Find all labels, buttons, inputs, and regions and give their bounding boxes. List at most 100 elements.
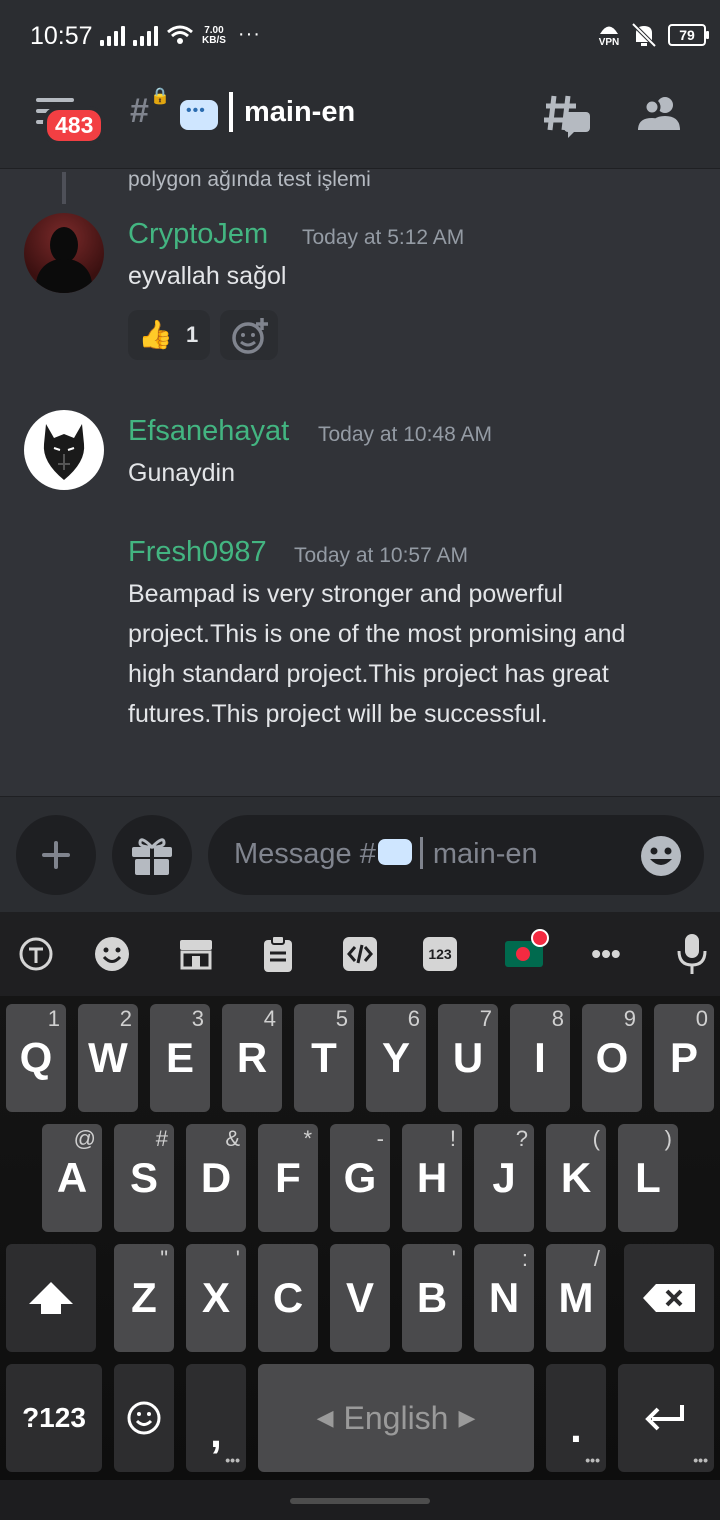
- key-m[interactable]: M /: [546, 1244, 606, 1352]
- symbols-key[interactable]: ?123: [6, 1364, 102, 1472]
- gift-icon: [132, 838, 172, 875]
- system-nav-bar: [0, 1480, 720, 1520]
- key-k[interactable]: K(: [546, 1124, 606, 1232]
- number-pad-button[interactable]: 123: [420, 934, 460, 974]
- message-placeholder: Message # main-en: [234, 837, 538, 870]
- clipboard-icon[interactable]: [258, 934, 298, 974]
- threads-icon[interactable]: [544, 94, 590, 138]
- gift-button[interactable]: [112, 815, 192, 895]
- author-name[interactable]: Efsanehayat: [128, 415, 289, 448]
- message-text-line: Beampad is very stronger and powerful: [128, 580, 563, 608]
- message-list[interactable]: polygon ağında test işlemi CryptoJem Tod…: [0, 168, 720, 796]
- text-edit-icon[interactable]: [340, 934, 380, 974]
- message-text: eyvallah sağol: [128, 262, 287, 290]
- key-w[interactable]: W2: [78, 1004, 138, 1112]
- message-text: Gunaydin: [128, 459, 236, 487]
- key-t[interactable]: T5: [294, 1004, 354, 1112]
- status-time: 10:57: [30, 22, 93, 50]
- speech-bubble-icon: [377, 839, 412, 865]
- message-input[interactable]: Message # main-en: [208, 815, 704, 895]
- key-v[interactable]: V: [330, 1244, 390, 1352]
- message-timestamp: Today at 5:12 AM: [302, 226, 465, 249]
- message-composer: Message # main-en: [0, 796, 720, 913]
- wolf-avatar-icon: [43, 424, 85, 480]
- key-q[interactable]: Q1: [6, 1004, 66, 1112]
- space-key[interactable]: ◀ English ▶: [258, 1364, 534, 1472]
- emoji-icon[interactable]: [640, 835, 682, 877]
- shift-icon: [29, 1282, 73, 1314]
- key-p[interactable]: P0: [654, 1004, 714, 1112]
- author-name[interactable]: Fresh0987: [128, 536, 267, 569]
- key-y[interactable]: Y6: [366, 1004, 426, 1112]
- key-f[interactable]: F *: [258, 1124, 318, 1232]
- key-b[interactable]: B ': [402, 1244, 462, 1352]
- keyboard-keys: Q1 W2 E3 R4 T5 Y6 U7 I8 O9 P0 A @ S # D & F…: [0, 996, 720, 1486]
- key-r[interactable]: R4: [222, 1004, 282, 1112]
- backspace-key[interactable]: [624, 1244, 714, 1352]
- message-timestamp: Today at 10:48 AM: [318, 423, 492, 446]
- thumbs-up-icon: 👍: [138, 319, 173, 350]
- signal-icon: [100, 24, 125, 46]
- key-j[interactable]: J?: [474, 1124, 534, 1232]
- key-n[interactable]: N:: [474, 1244, 534, 1352]
- key-x[interactable]: X ': [186, 1244, 246, 1352]
- microphone-icon[interactable]: [672, 934, 712, 974]
- translate-icon[interactable]: [16, 934, 56, 974]
- add-reaction-button[interactable]: [220, 310, 278, 360]
- author-name[interactable]: CryptoJem: [128, 218, 268, 251]
- key-i[interactable]: I8: [510, 1004, 570, 1112]
- reply-connector: [62, 172, 66, 204]
- battery-icon: 79: [668, 24, 709, 46]
- more-notifications-icon: ···: [237, 23, 261, 45]
- key-a[interactable]: A @: [42, 1124, 102, 1232]
- reaction-count: 1: [186, 322, 199, 347]
- unread-badge: 483: [43, 106, 106, 145]
- vpn-icon: VPN: [598, 23, 620, 48]
- key-e[interactable]: E3: [150, 1004, 210, 1112]
- signal-icon-2: [133, 24, 158, 46]
- add-reaction-icon: [232, 318, 268, 354]
- enter-key[interactable]: •••: [618, 1364, 714, 1472]
- mute-icon: [631, 22, 657, 48]
- shift-key[interactable]: [6, 1244, 96, 1352]
- smiley-icon: [127, 1401, 161, 1435]
- avatar-cryptojem[interactable]: [24, 213, 104, 293]
- network-speed: 7.00 KB/S: [202, 25, 226, 46]
- period-key[interactable]: . •••: [546, 1364, 606, 1472]
- channel-header: 483 #🔒 main-en: [0, 72, 720, 169]
- emoji-key[interactable]: [114, 1364, 174, 1472]
- key-d[interactable]: D &: [186, 1124, 246, 1232]
- channel-separator: [229, 92, 233, 132]
- message-text-line: high standard project.This project has g…: [128, 660, 609, 688]
- backspace-icon: [643, 1284, 695, 1312]
- flag-theme-icon[interactable]: [504, 929, 549, 974]
- channel-title[interactable]: main-en: [244, 96, 355, 129]
- message-timestamp: Today at 10:57 AM: [294, 544, 468, 567]
- comma-key[interactable]: , •••: [186, 1364, 246, 1472]
- key-z[interactable]: Z ": [114, 1244, 174, 1352]
- speech-bubble-icon: [180, 100, 218, 130]
- message-text-line: futures.This project will be successful.: [128, 700, 548, 728]
- locked-channel-icon: # 🔒: [130, 88, 170, 130]
- keyboard-toolbar: 123 •••: [0, 912, 720, 996]
- key-g[interactable]: G-: [330, 1124, 390, 1232]
- key-c[interactable]: C: [258, 1244, 318, 1352]
- key-o[interactable]: O9: [582, 1004, 642, 1112]
- key-l[interactable]: L): [618, 1124, 678, 1232]
- emoji-icon[interactable]: [92, 934, 132, 974]
- status-bar: 10:57 7.00 KB/S ··· VPN 79: [0, 0, 720, 72]
- wifi-icon: [167, 25, 193, 44]
- reaction-thumbs-up[interactable]: 👍 1: [128, 310, 210, 360]
- attach-button[interactable]: [16, 815, 96, 895]
- key-s[interactable]: S #: [114, 1124, 174, 1232]
- members-icon[interactable]: [638, 96, 682, 132]
- status-left-icons: 7.00 KB/S ···: [100, 23, 261, 46]
- more-icon[interactable]: •••: [586, 934, 626, 974]
- status-right-icons: VPN 79: [598, 22, 709, 48]
- key-h[interactable]: H!: [402, 1124, 462, 1232]
- home-indicator[interactable]: [290, 1498, 430, 1504]
- soft-keyboard: 123 ••• Q1 W2 E3 R4 T5 Y6 U7 I8 O9 P0 A @…: [0, 912, 720, 1520]
- avatar-efsanehayat[interactable]: [24, 410, 104, 490]
- store-icon[interactable]: [176, 934, 216, 974]
- key-u[interactable]: U7: [438, 1004, 498, 1112]
